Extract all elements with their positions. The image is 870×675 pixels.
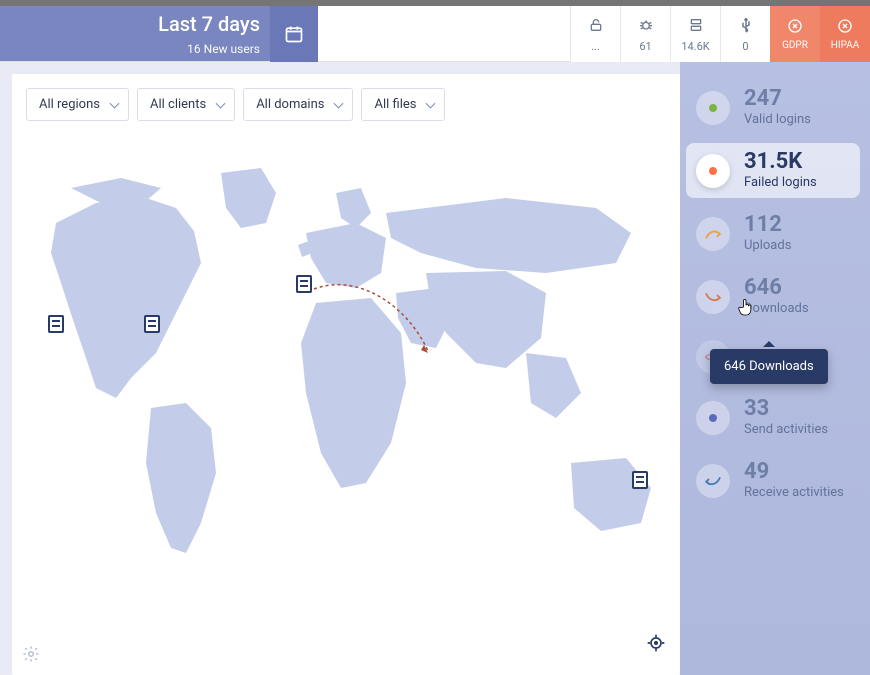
gdpr-chip[interactable]: GDPR [770, 6, 820, 62]
kpi-value: 646 [744, 277, 809, 299]
hipaa-label: HIPAA [831, 40, 860, 51]
crosshair-icon [646, 633, 666, 653]
map-marker[interactable] [48, 315, 64, 333]
settings-gear[interactable] [22, 645, 40, 667]
close-circle-icon [837, 18, 853, 34]
kpi-downloads[interactable]: 646 Downloads [686, 269, 860, 324]
kpi-uploads[interactable]: 112 Uploads [686, 206, 860, 261]
stat-bugs[interactable]: 61 [620, 6, 670, 62]
date-range-panel: Last 7 days 16 New users [0, 6, 270, 61]
filter-files[interactable]: All files [361, 88, 445, 121]
map-panel: All regions All clients All domains All … [12, 74, 680, 675]
kpi-label: Uploads [744, 238, 791, 253]
world-map[interactable] [26, 133, 666, 653]
download-arrow-icon [704, 290, 722, 304]
header-spacer [318, 6, 570, 61]
date-range-sub: 16 New users [158, 42, 260, 56]
receive-arrow-icon [704, 474, 722, 488]
kpi-failed-logins[interactable]: 31.5K Failed logins [686, 143, 860, 198]
kpi-label: Send activities [744, 422, 828, 437]
calendar-button[interactable] [270, 6, 318, 62]
kpi-label: Receive activities [744, 485, 844, 500]
kpi-send[interactable]: 33 Send activities [686, 390, 860, 445]
kpi-label: Failed logins [744, 175, 817, 190]
kpi-valid-logins[interactable]: 247 Valid logins [686, 80, 860, 135]
kpi-value: 49 [744, 461, 844, 483]
filter-region[interactable]: All regions [26, 88, 129, 121]
kpi-value: 112 [744, 214, 791, 236]
gdpr-label: GDPR [782, 40, 808, 51]
kpi-value: 247 [744, 88, 811, 110]
kpi-value: 31.5K [744, 151, 817, 173]
stat-usb-value: 0 [742, 40, 748, 53]
header-bar: Last 7 days 16 New users ... 61 14.6K [0, 6, 870, 62]
stat-lock-value: ... [591, 40, 600, 53]
stat-lock[interactable]: ... [570, 6, 620, 62]
map-marker[interactable] [632, 471, 648, 489]
downloads-tooltip: 646 Downloads [710, 349, 828, 384]
hipaa-chip[interactable]: HIPAA [820, 6, 870, 62]
map-marker[interactable] [144, 315, 160, 333]
stat-servers[interactable]: 14.6K [670, 6, 720, 62]
upload-arrow-icon [704, 227, 722, 241]
stat-bugs-value: 61 [639, 40, 651, 53]
kpi-label: Downloads [744, 301, 809, 316]
close-circle-icon [787, 18, 803, 34]
gear-icon [22, 645, 40, 663]
filter-clients[interactable]: All clients [137, 88, 235, 121]
calendar-icon [284, 24, 304, 44]
date-range-title: Last 7 days [158, 12, 260, 36]
map-marker[interactable] [296, 275, 312, 293]
tooltip-text: 646 Downloads [724, 359, 814, 374]
locate-button[interactable] [646, 633, 666, 657]
server-icon [688, 17, 704, 33]
stat-usb[interactable]: 0 [720, 6, 770, 62]
bug-icon [638, 17, 654, 33]
filter-domains[interactable]: All domains [243, 88, 353, 121]
lock-open-icon [588, 17, 604, 33]
kpi-label: Valid logins [744, 112, 811, 127]
kpi-value: 33 [744, 398, 828, 420]
usb-icon [737, 16, 755, 34]
kpi-receive[interactable]: 49 Receive activities [686, 453, 860, 508]
stat-servers-value: 14.6K [681, 40, 709, 53]
